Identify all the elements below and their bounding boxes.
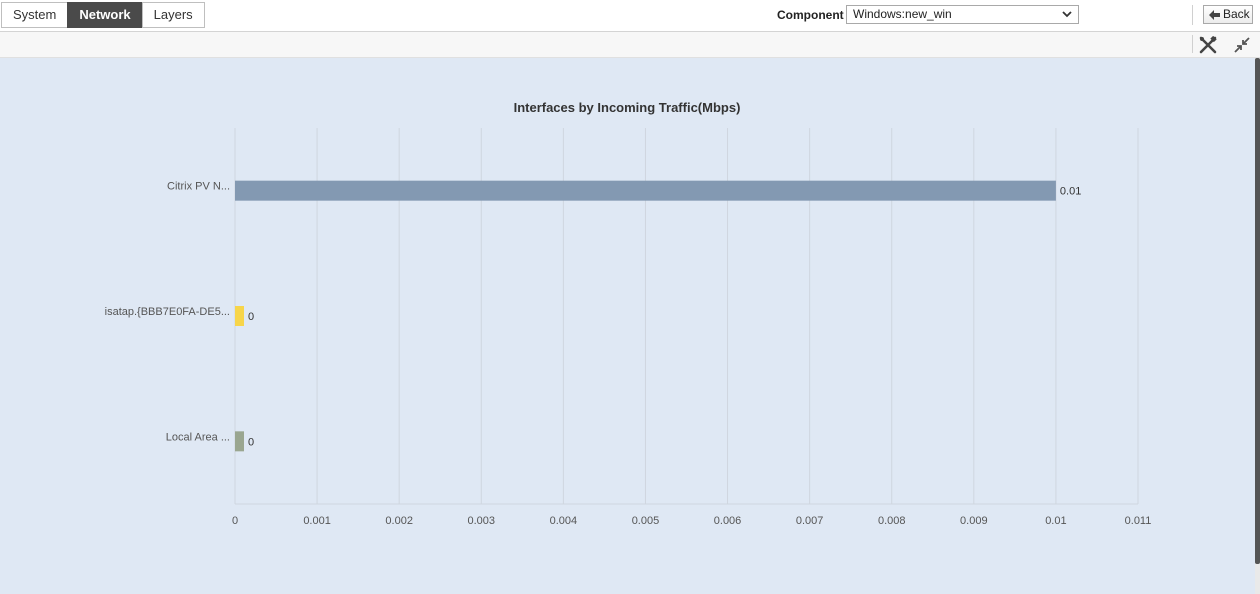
back-button-label: Back — [1223, 7, 1250, 21]
x-tick-label: 0.005 — [632, 515, 660, 527]
divider — [1192, 5, 1193, 25]
collapse-icon[interactable] — [1233, 36, 1251, 54]
bar[interactable] — [235, 431, 244, 452]
x-tick-label: 0.009 — [960, 515, 988, 527]
category-label: Citrix PV N... — [167, 181, 230, 193]
tab-layers[interactable]: Layers — [141, 2, 205, 28]
data-label: 0 — [248, 311, 254, 323]
component-label: Component — [777, 8, 844, 22]
bar[interactable] — [235, 180, 1056, 201]
data-label: 0 — [248, 436, 254, 448]
bar-chart: Interfaces by Incoming Traffic(Mbps) 0 0.… — [105, 100, 1152, 527]
x-tick-label: 0.006 — [714, 515, 742, 527]
widget-toolbar — [0, 32, 1260, 58]
component-select-value: Windows:new_win — [853, 7, 952, 21]
tab-network[interactable]: Network — [67, 2, 143, 28]
toolbar-divider — [1192, 35, 1193, 53]
x-tick-label: 0.002 — [385, 515, 413, 527]
chevron-down-icon — [1062, 11, 1072, 18]
back-arrow-icon — [1209, 9, 1220, 20]
x-tick-label: 0 — [232, 515, 238, 527]
x-tick-label: 0.001 — [303, 515, 331, 527]
chart-title: Interfaces by Incoming Traffic(Mbps) — [514, 100, 741, 115]
scrollbar-thumb[interactable] — [1255, 58, 1260, 564]
category-label: Local Area ... — [166, 431, 230, 443]
x-tick-label: 0.01 — [1045, 515, 1066, 527]
category-label: isatap.{BBB7E0FA-DE5... — [105, 306, 230, 318]
tools-icon[interactable] — [1199, 36, 1217, 54]
chart-panel: Interfaces by Incoming Traffic(Mbps) 0 0.… — [0, 58, 1255, 594]
x-tick-label: 0.003 — [468, 515, 496, 527]
x-tick-label: 0.011 — [1125, 515, 1152, 527]
tab-bar: System Network Layers — [1, 2, 205, 28]
tab-system[interactable]: System — [1, 2, 69, 28]
component-select[interactable]: Windows:new_win — [846, 5, 1079, 24]
x-tick-label: 0.007 — [796, 515, 824, 527]
top-bar: System Network Layers Component Windows:… — [0, 0, 1260, 32]
x-tick-label: 0.004 — [550, 515, 578, 527]
bar[interactable] — [235, 306, 244, 326]
back-button[interactable]: Back — [1203, 5, 1253, 24]
x-tick-label: 0.008 — [878, 515, 906, 527]
data-label: 0.01 — [1060, 186, 1081, 198]
vertical-scrollbar[interactable] — [1255, 58, 1260, 594]
